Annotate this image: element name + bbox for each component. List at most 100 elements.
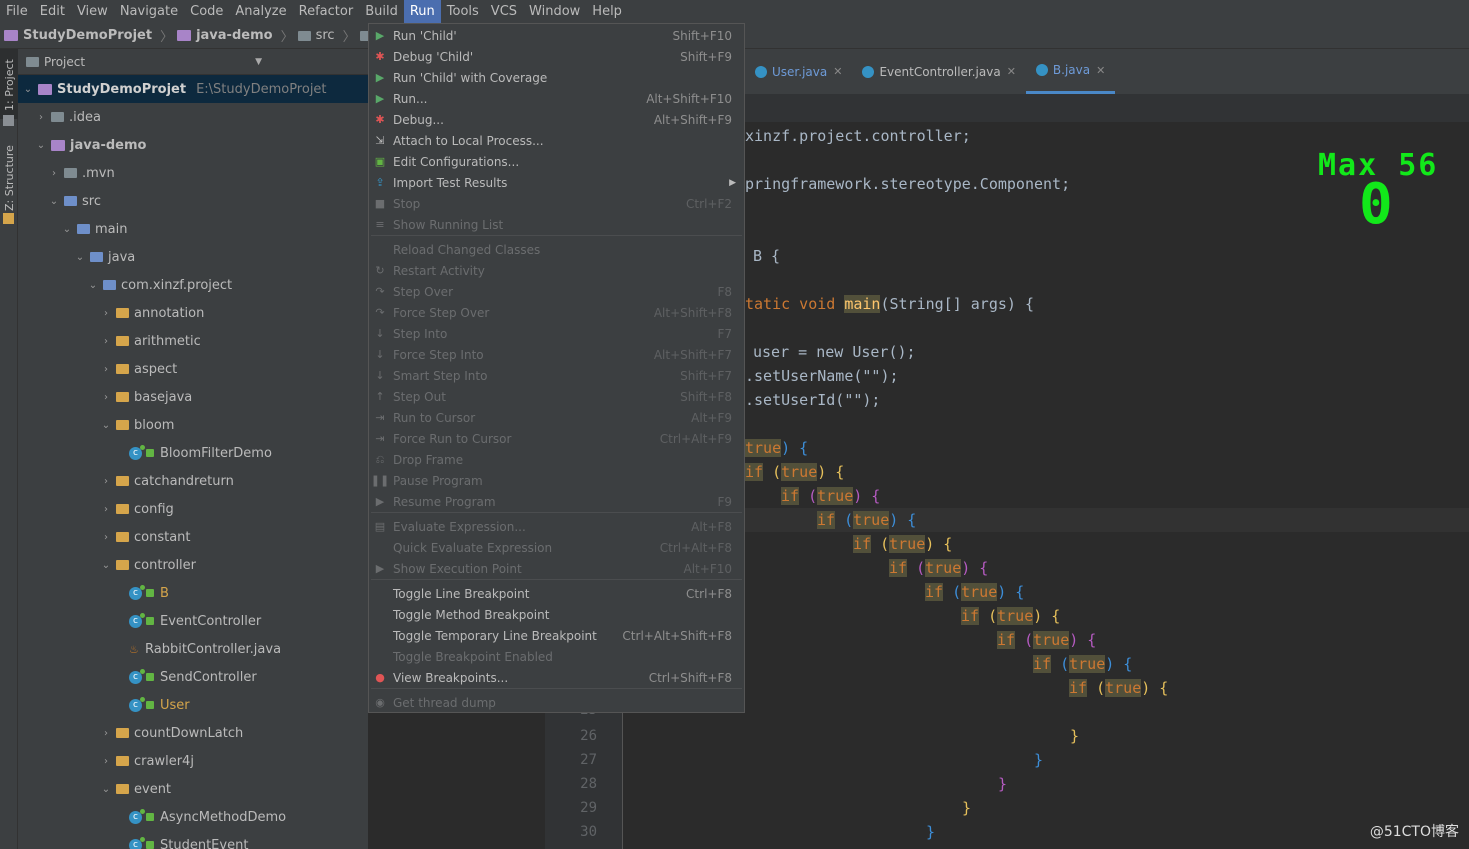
chevron-right-icon[interactable]: › <box>100 532 112 543</box>
chevron-right-icon[interactable]: › <box>100 364 112 375</box>
menu-item-toggle-line-breakpoint[interactable]: Toggle Line Breakpoint Ctrl+F8 <box>369 583 744 604</box>
tab-user-java[interactable]: User.java ✕ <box>745 49 852 94</box>
tree-item-package-controller[interactable]: ⌄ controller <box>18 551 368 579</box>
tree-item-package-com-xinzf-project[interactable]: ⌄ com.xinzf.project <box>18 271 368 299</box>
menu-item-label: Debug... <box>393 112 444 127</box>
tree-item-class-eventcontroller[interactable]: c EventController <box>18 607 368 635</box>
breadcrumb-module[interactable]: java-demo <box>177 28 273 43</box>
chevron-right-icon[interactable]: › <box>100 756 112 767</box>
tree-item-package-event[interactable]: ⌄ event <box>18 775 368 803</box>
menu-build[interactable]: Build <box>359 0 404 23</box>
tree-item-package-constant[interactable]: › constant <box>18 523 368 551</box>
tree-item-folder-idea[interactable]: › .idea <box>18 103 368 131</box>
menu-view[interactable]: View <box>71 0 114 23</box>
chevron-down-icon[interactable]: ▼ <box>255 57 262 67</box>
chevron-down-icon[interactable]: ⌄ <box>87 280 99 291</box>
class-icon: c <box>129 808 145 824</box>
chevron-right-icon[interactable]: › <box>100 476 112 487</box>
chevron-down-icon[interactable]: ⌄ <box>22 84 34 95</box>
module-icon <box>38 83 52 95</box>
menu-item-toggle-temporary-line-breakpoint[interactable]: Toggle Temporary Line Breakpoint Ctrl+Alt… <box>369 625 744 646</box>
menu-item-toggle-method-breakpoint[interactable]: Toggle Method Breakpoint <box>369 604 744 625</box>
menu-tools[interactable]: Tools <box>441 0 485 23</box>
structure-tool-tab[interactable]: Z: Structure <box>0 139 18 219</box>
menu-navigate[interactable]: Navigate <box>114 0 184 23</box>
project-panel-header[interactable]: Project ▼ <box>18 49 368 75</box>
chevron-right-icon[interactable]: › <box>100 308 112 319</box>
chevron-down-icon[interactable]: ⌄ <box>35 140 47 151</box>
menu-item-import-test-results[interactable]: ⇪ Import Test Results ▶ <box>369 172 744 193</box>
tree-item-module-java-demo[interactable]: ⌄ java-demo <box>18 131 368 159</box>
tree-item-class-sendcontroller[interactable]: c SendController <box>18 663 368 691</box>
chevron-down-icon[interactable]: ⌄ <box>100 784 112 795</box>
chevron-right-icon[interactable]: › <box>100 504 112 515</box>
tree-item-package-config[interactable]: › config <box>18 495 368 523</box>
menu-item-view-breakpoints[interactable]: ● View Breakpoints... Ctrl+Shift+F8 <box>369 667 744 688</box>
chevron-right-icon[interactable]: › <box>35 112 47 123</box>
tree-item-package-crawler4j[interactable]: › crawler4j <box>18 747 368 775</box>
tree-item-file-rabbitcontroller-java[interactable]: ♨ RabbitController.java <box>18 635 368 663</box>
tree-item-project-root[interactable]: ⌄ StudyDemoProjet E:\StudyDemoProjet <box>18 75 368 103</box>
chevron-right-icon[interactable]: › <box>100 392 112 403</box>
tree-item-folder-main[interactable]: ⌄ main <box>18 215 368 243</box>
tree-item-class-asyncmethoddemo[interactable]: c AsyncMethodDemo <box>18 803 368 831</box>
code-line: .setUserId(""); <box>745 388 880 412</box>
menu-item-label: Quick Evaluate Expression <box>393 540 553 555</box>
chevron-right-icon[interactable]: › <box>48 168 60 179</box>
menu-window[interactable]: Window <box>523 0 586 23</box>
chevron-right-icon[interactable]: › <box>100 728 112 739</box>
tab-b-java[interactable]: B.java ✕ <box>1025 49 1116 94</box>
breadcrumb-module-label: java-demo <box>196 28 273 43</box>
menu-file[interactable]: File <box>0 0 34 23</box>
chevron-right-icon[interactable]: › <box>100 336 112 347</box>
menu-item-shortcut: Ctrl+Alt+F8 <box>659 540 732 555</box>
close-icon[interactable]: ✕ <box>1096 64 1105 77</box>
editor-text-area-left[interactable] <box>623 700 745 849</box>
chevron-down-icon[interactable]: ⌄ <box>48 196 60 207</box>
breadcrumb-project[interactable]: StudyDemoProjet <box>4 28 152 43</box>
menu-item-attach-to-local-process[interactable]: ⇲ Attach to Local Process... <box>369 130 744 151</box>
close-icon[interactable]: ✕ <box>833 65 842 78</box>
tree-item-package-arithmetic[interactable]: › arithmetic <box>18 327 368 355</box>
code-line: if (true) { <box>853 532 952 556</box>
tree-item-class-user[interactable]: c User <box>18 691 368 719</box>
menu-item-debug-child[interactable]: ✱ Debug 'Child' Shift+F9 <box>369 46 744 67</box>
tree-item-package-annotation[interactable]: › annotation <box>18 299 368 327</box>
tree-item-package-basejava[interactable]: › basejava <box>18 383 368 411</box>
project-tool-tab[interactable]: 1: Project <box>0 49 18 119</box>
menu-help[interactable]: Help <box>586 0 628 23</box>
tree-item-package-catchandreturn[interactable]: › catchandreturn <box>18 467 368 495</box>
chevron-down-icon[interactable]: ⌄ <box>61 224 73 235</box>
tree-item-folder-mvn[interactable]: › .mvn <box>18 159 368 187</box>
menu-vcs[interactable]: VCS <box>485 0 523 23</box>
tree-item-folder-src[interactable]: ⌄ src <box>18 187 368 215</box>
tree-item-package-bloom[interactable]: ⌄ bloom <box>18 411 368 439</box>
menu-edit[interactable]: Edit <box>34 0 71 23</box>
menu-run[interactable]: Run <box>403 0 441 23</box>
menu-analyze[interactable]: Analyze <box>229 0 292 23</box>
tree-item-package-countdownlatch[interactable]: › countDownLatch <box>18 719 368 747</box>
menu-item-run[interactable]: ▶ Run... Alt+Shift+F10 <box>369 88 744 109</box>
close-icon[interactable]: ✕ <box>1007 65 1016 78</box>
tree-item-class-studentevent[interactable]: c StudentEvent <box>18 831 368 849</box>
menu-item-step-into: ↓ Step Into F7 <box>369 323 744 344</box>
chevron-down-icon[interactable]: ⌄ <box>100 560 112 571</box>
tree-item-folder-java[interactable]: ⌄ java <box>18 243 368 271</box>
menu-item-drop-frame: ⎌ Drop Frame <box>369 449 744 470</box>
tree-item-package-aspect[interactable]: › aspect <box>18 355 368 383</box>
menu-item-debug[interactable]: ✱ Debug... Alt+Shift+F9 <box>369 109 744 130</box>
breadcrumb-src[interactable]: src <box>297 28 335 43</box>
menu-refactor[interactable]: Refactor <box>293 0 360 23</box>
menu-item-run-child-with-coverage[interactable]: ▶ Run 'Child' with Coverage <box>369 67 744 88</box>
tree-item-class-bloomfilterdemo[interactable]: c BloomFilterDemo <box>18 439 368 467</box>
code-line: true) { <box>745 436 808 460</box>
tab-eventcontroller-java[interactable]: EventController.java ✕ <box>852 49 1025 94</box>
tree-item-class-b[interactable]: cB <box>18 579 368 607</box>
chevron-down-icon[interactable]: ⌄ <box>100 420 112 431</box>
menu-item-edit-configurations[interactable]: ▣ Edit Configurations... <box>369 151 744 172</box>
menu-item-run-child[interactable]: ▶ Run 'Child' Shift+F10 <box>369 25 744 46</box>
menu-code[interactable]: Code <box>184 0 229 23</box>
chevron-down-icon[interactable]: ⌄ <box>74 252 86 263</box>
